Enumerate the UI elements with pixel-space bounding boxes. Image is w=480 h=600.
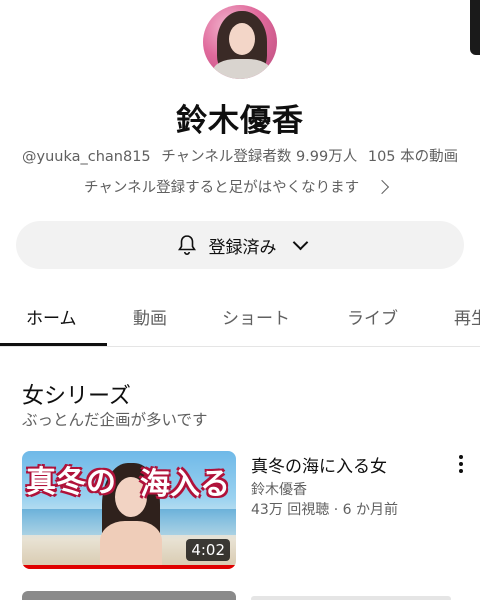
subscribed-button[interactable]: 登録済み — [16, 221, 464, 269]
active-tab-indicator — [0, 343, 107, 346]
section-title[interactable]: 女シリーズ — [22, 378, 131, 410]
watch-progress-bar — [22, 565, 236, 569]
tab-home[interactable]: ホーム — [26, 304, 77, 329]
more-options-icon[interactable] — [455, 455, 467, 475]
channel-handle: @yuuka_chan815 — [22, 149, 151, 165]
channel-avatar[interactable] — [203, 5, 277, 79]
next-video-thumbnail[interactable] — [22, 591, 236, 600]
channel-stats: @yuuka_chan815 チャンネル登録者数 9.99万人 105 本の動画 — [22, 145, 464, 166]
chevron-right-icon — [375, 179, 390, 194]
tab-videos[interactable]: 動画 — [133, 304, 167, 329]
channel-tabs: ホーム 動画 ショート ライブ 再生 — [0, 295, 480, 347]
thumbnail-caption-right: 海入る — [140, 467, 230, 502]
tab-playlists[interactable]: 再生 — [454, 304, 480, 329]
channel-description: チャンネル登録すると足がはやくなります — [84, 180, 360, 196]
tab-shorts[interactable]: ショート — [222, 304, 290, 329]
bell-icon — [177, 235, 196, 255]
channel-description-link[interactable]: チャンネル登録すると足がはやくなります — [84, 176, 390, 197]
video-count: 105 本の動画 — [367, 149, 459, 165]
video-title[interactable]: 真冬の海に入る女 — [251, 452, 387, 477]
scrollbar[interactable] — [470, 0, 480, 55]
section-subtitle: ぶっとんだ企画が多いです — [22, 411, 208, 429]
video-thumbnail[interactable]: 真冬の 海入る 4:02 — [22, 451, 236, 569]
video-channel: 鈴木優香 — [251, 482, 307, 498]
subscriber-count: チャンネル登録者数 9.99万人 — [161, 149, 358, 165]
chevron-down-icon — [292, 234, 308, 250]
thumbnail-caption-left: 真冬の — [26, 465, 116, 500]
tab-live[interactable]: ライブ — [347, 304, 398, 329]
channel-name: 鈴木優香 — [176, 103, 304, 139]
subscribed-label: 登録済み — [208, 237, 277, 258]
video-meta: 43万 回視聴 · 6 か月前 — [251, 502, 398, 518]
video-duration: 4:02 — [186, 539, 230, 561]
next-video-title[interactable] — [251, 596, 451, 600]
